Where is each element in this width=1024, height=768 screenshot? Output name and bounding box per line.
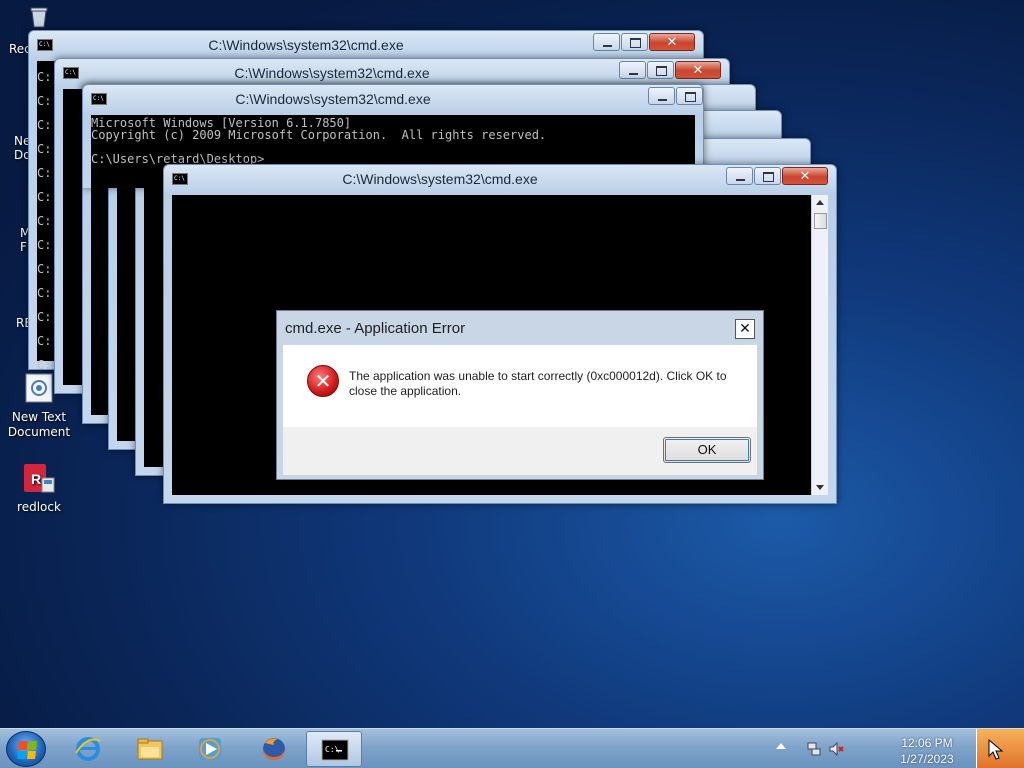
prompt-fragment: C: — [37, 310, 52, 324]
prompt-fragment: C: — [37, 94, 52, 108]
prompt-fragment: C: — [37, 190, 52, 204]
prompt-fragment: C: — [37, 142, 52, 156]
media-player-icon — [196, 735, 224, 763]
start-button[interactable] — [6, 731, 46, 767]
window-title: C:\Windows\system32\cmd.exe — [234, 65, 430, 81]
windows-logo-icon — [17, 741, 37, 759]
prompt-fragment: C: — [37, 70, 52, 84]
title-bar[interactable]: C:\ C:\Windows\system32\cmd.exe — [83, 85, 703, 115]
window-title: C:\Windows\system32\cmd.exe — [342, 171, 538, 187]
svg-text:C:\: C:\ — [325, 745, 340, 754]
minimize-button[interactable] — [726, 167, 753, 185]
prompt-fragment: C: — [37, 166, 52, 180]
dialog-close-button[interactable]: ✕ — [735, 319, 755, 339]
internet-explorer-icon — [74, 735, 102, 763]
desktop-icon-label: New Text Document — [7, 410, 71, 439]
desktop-icon-redlock[interactable]: R redlock — [1, 462, 77, 515]
title-bar[interactable]: C:\ C:\Windows\system32\cmd.exe — [29, 31, 703, 61]
minimize-button[interactable] — [648, 87, 675, 105]
show-desktop-button[interactable] — [976, 729, 1024, 768]
error-icon: ✕ — [307, 365, 339, 397]
close-button[interactable] — [649, 33, 695, 51]
prompt-fragment: C: — [37, 118, 52, 132]
maximize-button[interactable] — [754, 167, 781, 185]
cursor-icon — [988, 739, 1004, 760]
error-message: The application was unable to start corr… — [349, 369, 727, 398]
text-document-icon — [22, 372, 56, 406]
scroll-down-arrow-icon[interactable] — [816, 485, 824, 490]
prompt-fragment: C: — [37, 214, 52, 228]
taskbar-cmd[interactable]: C:\ — [306, 731, 362, 767]
show-hidden-icons-icon[interactable] — [776, 743, 786, 749]
taskbar-media-player[interactable] — [182, 731, 238, 767]
clock-time: 12:06 PM — [901, 736, 953, 750]
dialog-body: ✕ The application was unable to start co… — [283, 345, 757, 427]
firefox-icon — [260, 735, 288, 763]
redlock-icon: R — [22, 462, 56, 496]
window-title: C:\Windows\system32\cmd.exe — [208, 37, 404, 53]
ok-button[interactable]: OK — [663, 437, 751, 463]
prompt-fragment: C: — [37, 262, 52, 276]
scroll-thumb[interactable] — [814, 213, 827, 229]
folder-icon — [136, 735, 164, 763]
prompt-fragment: C: — [37, 334, 52, 348]
taskbar-windows-explorer[interactable] — [122, 731, 178, 767]
window-title: C:\Windows\system32\cmd.exe — [235, 91, 431, 107]
prompt-column: C: C: C: C: C: C: C: C: C: C: C: C: C: — [37, 65, 51, 377]
vertical-scrollbar[interactable] — [811, 195, 828, 495]
maximize-button[interactable] — [621, 33, 648, 51]
clock[interactable]: 12:06 PM 1/27/2023 — [892, 735, 962, 767]
minimize-button[interactable] — [593, 33, 620, 51]
taskbar-internet-explorer[interactable] — [60, 731, 116, 767]
maximize-button[interactable] — [676, 87, 703, 105]
cmd-icon: C:\ — [321, 736, 349, 764]
minimize-button[interactable] — [619, 61, 646, 79]
application-error-dialog[interactable]: cmd.exe - Application Error ✕ ✕ The appl… — [276, 310, 764, 480]
dialog-title: cmd.exe - Application Error — [285, 320, 466, 337]
prompt-fragment: C: — [37, 238, 52, 252]
taskbar: C:\ 12:06 PM 1/27/2023 — [0, 728, 1024, 768]
clock-date: 1/27/2023 — [900, 752, 954, 766]
desktop-icon-label: redlock — [17, 500, 61, 514]
close-button[interactable] — [782, 167, 828, 185]
title-bar[interactable]: C:\ C:\Windows\system32\cmd.exe — [164, 165, 836, 195]
scroll-up-arrow-icon[interactable] — [816, 200, 824, 205]
maximize-button[interactable] — [647, 61, 674, 79]
prompt-fragment: C: — [37, 286, 52, 300]
prompt-fragment: C: — [37, 358, 52, 372]
recycle-bin-icon[interactable] — [28, 6, 50, 28]
network-icon[interactable] — [806, 741, 822, 757]
taskbar-firefox[interactable] — [246, 731, 302, 767]
dialog-footer: OK — [283, 427, 757, 475]
svg-text:R: R — [31, 471, 41, 487]
close-button[interactable] — [675, 61, 721, 79]
volume-muted-icon[interactable] — [828, 741, 844, 757]
